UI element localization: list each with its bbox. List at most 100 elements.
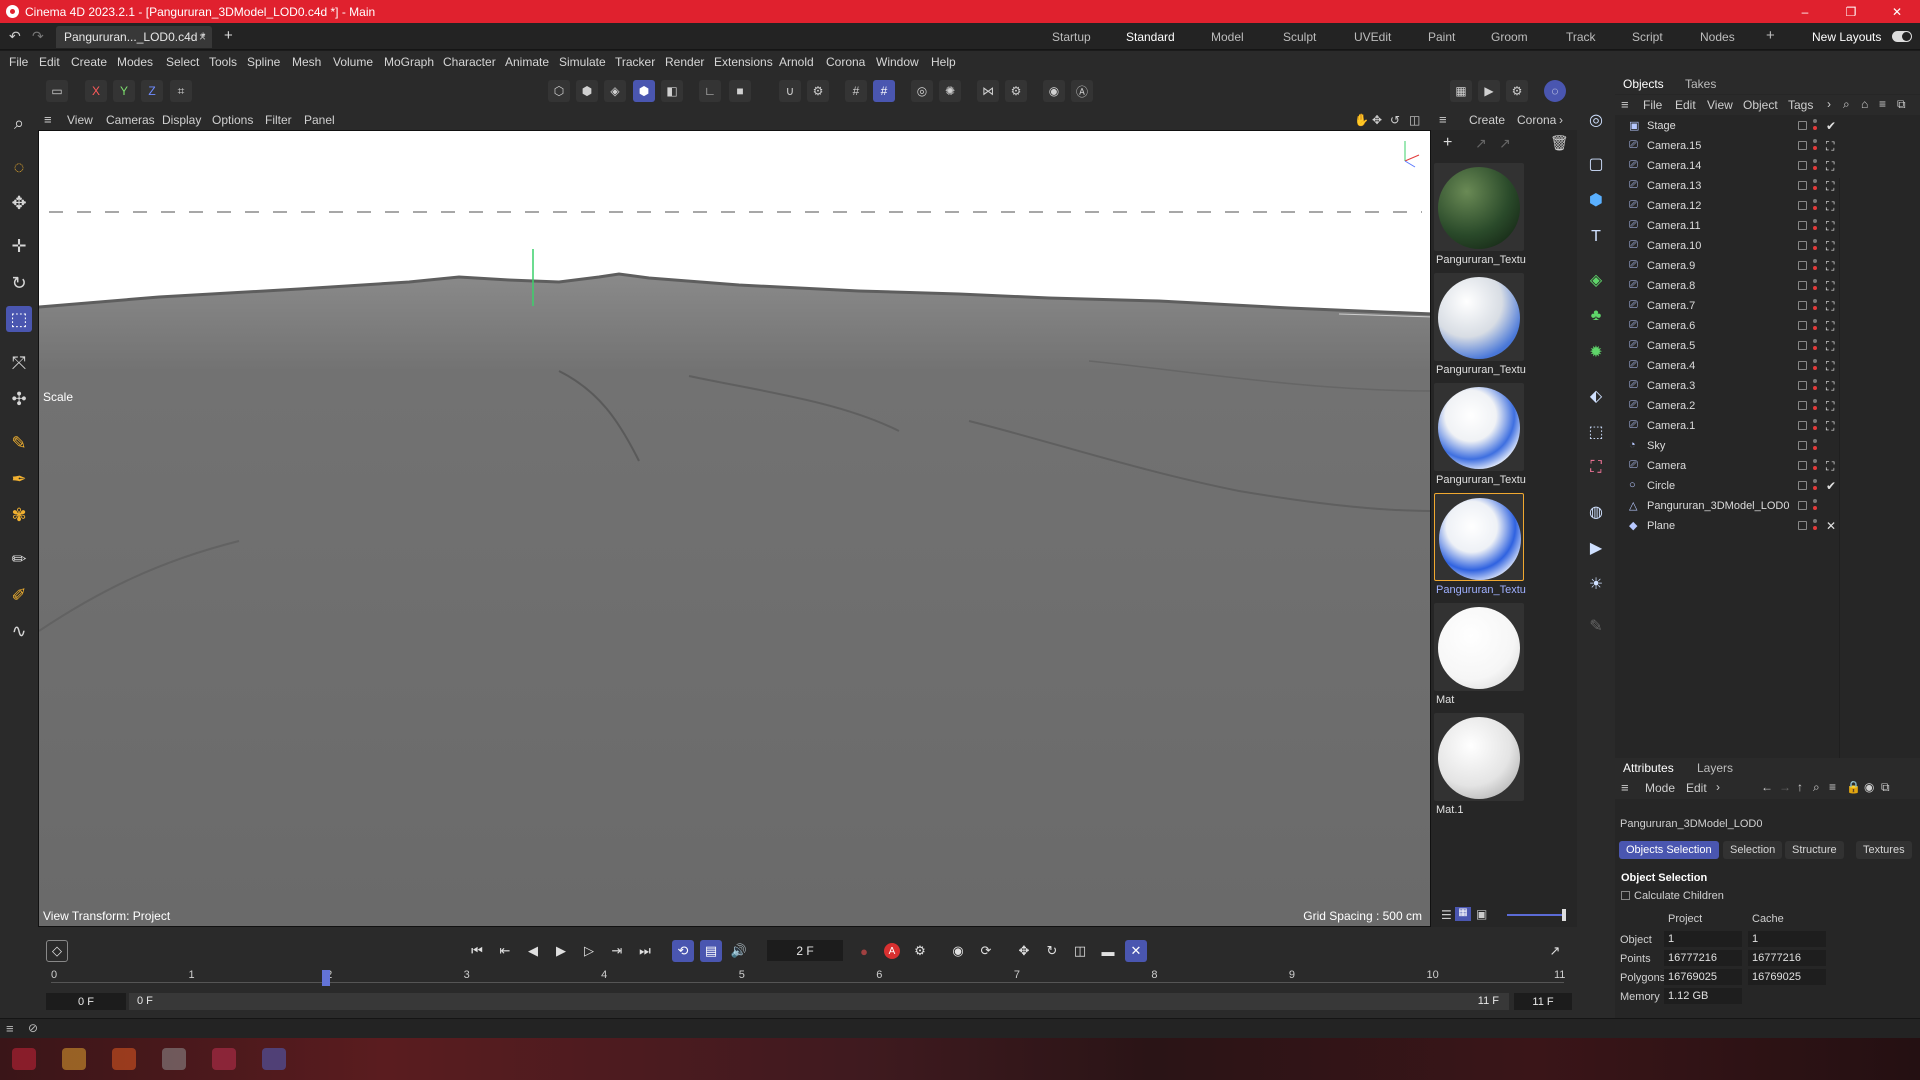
subtab-textures[interactable]: Textures <box>1856 841 1912 859</box>
material-swatch[interactable] <box>1434 273 1524 361</box>
move-view-icon[interactable]: ✥ <box>1372 113 1382 127</box>
layout-tab-nodes[interactable]: Nodes <box>1700 30 1735 44</box>
editor-visibility-dot[interactable] <box>1813 139 1817 143</box>
uv-mode-icon[interactable]: ◧ <box>661 80 683 102</box>
sculpt-icon[interactable]: ✾ <box>6 502 32 528</box>
editor-visibility-dot[interactable] <box>1813 239 1817 243</box>
editor-visibility-dot[interactable] <box>1813 459 1817 463</box>
render-visibility-dot[interactable] <box>1813 226 1817 230</box>
key-param-icon[interactable]: ↻ <box>1041 940 1063 962</box>
apply-material-icon[interactable]: ↗ <box>1475 135 1487 152</box>
previous-key-icon[interactable]: ⇤ <box>494 940 516 962</box>
home-icon[interactable]: ⌂ <box>1861 97 1868 111</box>
layer-checkbox[interactable] <box>1798 301 1807 310</box>
layer-checkbox[interactable] <box>1798 321 1807 330</box>
menu-modes[interactable]: Modes <box>117 55 153 69</box>
layer-checkbox[interactable] <box>1798 461 1807 470</box>
viewport-menu-view[interactable]: View <box>67 113 93 127</box>
key-scale-icon[interactable]: ✥ <box>1013 940 1035 962</box>
subdivision-object-icon[interactable]: ◈ <box>1583 267 1609 293</box>
material-menu-corona[interactable]: Corona <box>1517 113 1556 127</box>
render-visibility-dot[interactable] <box>1813 366 1817 370</box>
spline-object-icon[interactable]: ⛶ <box>1583 455 1609 481</box>
material-link-icon[interactable]: ↗ <box>1499 135 1511 152</box>
key-rotation-icon[interactable]: ⟳ <box>975 940 997 962</box>
object-row[interactable]: ⎚ Camera.1 ⛶ <box>1615 416 1920 436</box>
layer-checkbox[interactable] <box>1798 441 1807 450</box>
layer-checkbox[interactable] <box>1798 141 1807 150</box>
editor-visibility-dot[interactable] <box>1813 439 1817 443</box>
light-object-icon[interactable]: ☀ <box>1583 571 1609 597</box>
render-visibility-dot[interactable] <box>1813 246 1817 250</box>
play-icon[interactable]: ▶ <box>550 940 572 962</box>
menu-help[interactable]: Help <box>931 55 956 69</box>
editor-visibility-dot[interactable] <box>1813 359 1817 363</box>
back-arrow-icon[interactable]: ← <box>1761 780 1773 794</box>
editor-visibility-dot[interactable] <box>1813 279 1817 283</box>
editor-visibility-dot[interactable] <box>1813 339 1817 343</box>
axis-lock-z-button[interactable]: Z <box>141 80 163 102</box>
layer-checkbox[interactable] <box>1798 421 1807 430</box>
tab-takes[interactable]: Takes <box>1685 77 1716 91</box>
layout-tab-standard[interactable]: Standard <box>1126 30 1175 44</box>
editor-visibility-dot[interactable] <box>1813 399 1817 403</box>
editor-visibility-dot[interactable] <box>1813 499 1817 503</box>
material-swatch[interactable] <box>1434 383 1524 471</box>
viewport-menu-filter[interactable]: Filter <box>265 113 292 127</box>
move-tool-icon[interactable]: ✛ <box>6 233 32 259</box>
object-tag-icon[interactable]: ⛶ <box>1826 299 1834 314</box>
axis-mode-icon[interactable]: ∟ <box>699 80 721 102</box>
paint-tool-icon[interactable]: ✐ <box>6 582 32 608</box>
layer-checkbox[interactable] <box>1798 201 1807 210</box>
object-row[interactable]: ⎚ Camera.6 ⛶ <box>1615 316 1920 336</box>
layer-checkbox[interactable] <box>1798 521 1807 530</box>
keyframe-selection-icon[interactable]: ⚙ <box>909 940 931 962</box>
object-tag-icon[interactable]: ⛶ <box>1826 139 1834 154</box>
axis-lock-y-button[interactable]: Y <box>113 80 135 102</box>
object-menu-edit[interactable]: Edit <box>1675 98 1696 112</box>
object-row[interactable]: ⎚ Camera.7 ⛶ <box>1615 296 1920 316</box>
taskbar-app-icon[interactable] <box>62 1048 86 1070</box>
restore-button[interactable]: ❐ <box>1828 0 1874 23</box>
render-settings-icon[interactable]: ⚙ <box>1506 80 1528 102</box>
sound-icon[interactable]: 🔊 <box>728 940 750 962</box>
menu-create[interactable]: Create <box>71 55 107 69</box>
go-to-start-icon[interactable]: ⏮ <box>466 940 488 962</box>
object-row[interactable]: ○ Circle ✔ <box>1615 476 1920 496</box>
menu-file[interactable]: File <box>9 55 28 69</box>
layer-checkbox[interactable] <box>1798 121 1807 130</box>
axis-lock-x-button[interactable]: X <box>85 80 107 102</box>
render-visibility-dot[interactable] <box>1813 466 1817 470</box>
layer-checkbox[interactable] <box>1798 401 1807 410</box>
search-icon[interactable]: ⌕ <box>1843 97 1850 112</box>
start-frame-field[interactable]: 0 F <box>46 993 126 1010</box>
grid-view-icon[interactable]: ▦ <box>1455 907 1471 921</box>
playback-rate-icon[interactable]: ▤ <box>700 940 722 962</box>
tab-attributes[interactable]: Attributes <box>1623 761 1674 775</box>
menu-window[interactable]: Window <box>876 55 919 69</box>
playhead[interactable] <box>322 970 331 986</box>
menu-extensions[interactable]: Extensions <box>714 55 773 69</box>
autokey-icon[interactable]: A <box>881 940 903 962</box>
symmetry-icon[interactable]: ⋈ <box>977 80 999 102</box>
viewport-menu-cameras[interactable]: Cameras <box>106 113 155 127</box>
object-menu-tags[interactable]: Tags <box>1788 98 1813 112</box>
tab-objects[interactable]: Objects <box>1623 77 1664 91</box>
calculate-children-checkbox[interactable]: Calculate Children <box>1621 890 1724 902</box>
dynamic-placement-icon[interactable]: ✣ <box>6 386 32 412</box>
object-row[interactable]: ⎚ Camera ⛶ <box>1615 456 1920 476</box>
taskbar-app-icon[interactable] <box>262 1048 286 1070</box>
points-mode-icon[interactable]: ⬡ <box>548 80 570 102</box>
layout-tab-model[interactable]: Model <box>1211 30 1244 44</box>
layout-tab-groom[interactable]: Groom <box>1491 30 1528 44</box>
render-visibility-dot[interactable] <box>1813 306 1817 310</box>
keyframe-icon[interactable]: ◇ <box>46 940 68 962</box>
object-tag-icon[interactable]: ⛶ <box>1826 159 1834 174</box>
polygons-mode-icon[interactable]: ◈ <box>604 80 626 102</box>
animate-mode-icon[interactable]: ✕ <box>1125 940 1147 962</box>
viewport-solo-icon[interactable]: ◉ <box>1043 80 1065 102</box>
end-frame-field[interactable]: 11 F <box>1514 993 1572 1010</box>
material-swatch-selected[interactable] <box>1434 493 1524 581</box>
auto-solo-icon[interactable]: Ⓐ <box>1071 80 1093 102</box>
object-mode-icon[interactable]: ⬢ <box>633 80 655 102</box>
